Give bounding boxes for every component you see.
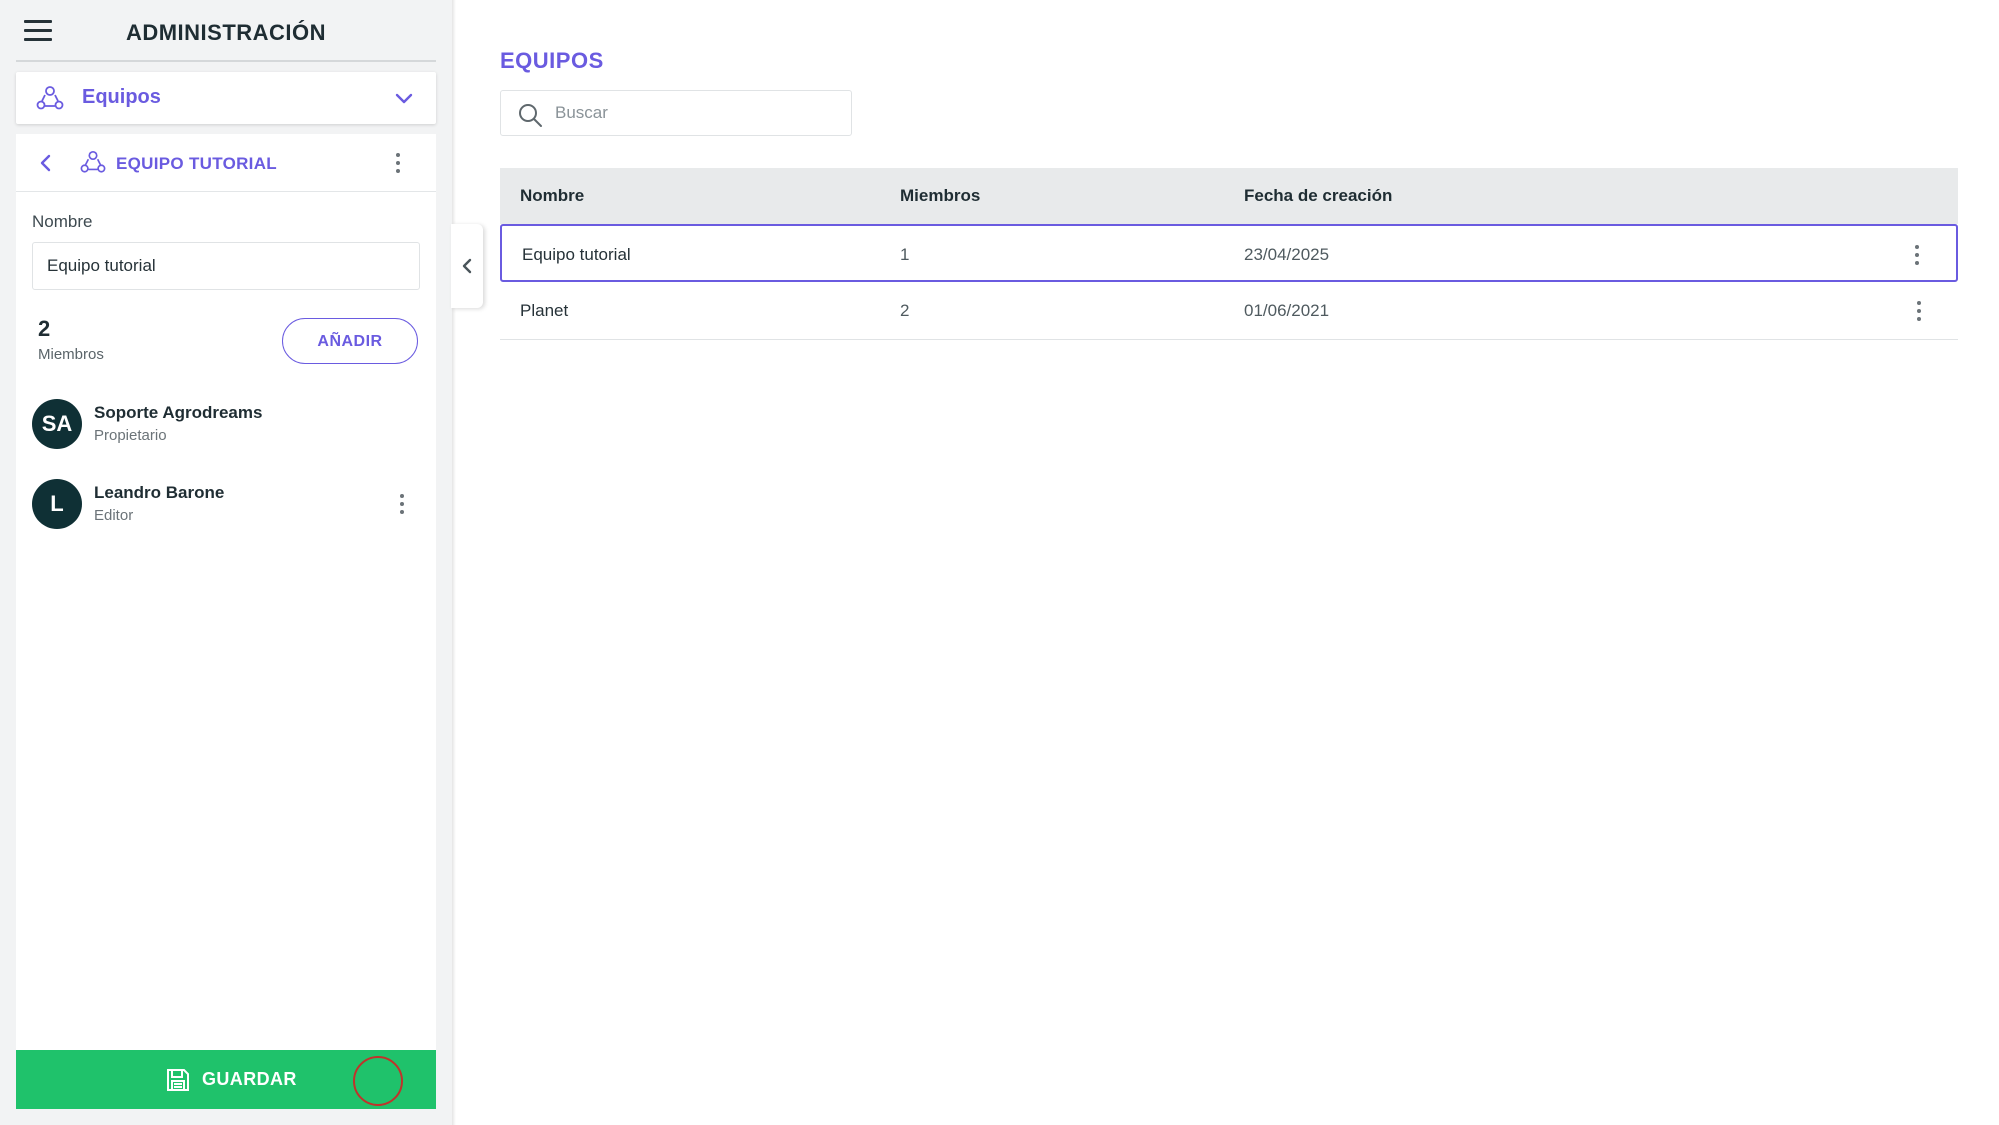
save-icon	[167, 1069, 189, 1091]
team-detail-card: EQUIPO TUTORIAL Nombre 2 Miembros AÑADIR…	[16, 134, 436, 1054]
chevron-left-icon	[462, 258, 472, 274]
team-detail-header: EQUIPO TUTORIAL	[16, 134, 436, 192]
add-member-button[interactable]: AÑADIR	[282, 318, 418, 364]
section-dropdown-label: Equipos	[82, 86, 161, 108]
avatar: L	[32, 479, 82, 529]
cell-members: 2	[900, 301, 910, 320]
collapse-sidebar-button[interactable]	[451, 224, 483, 308]
sidebar-shadow	[452, 0, 456, 1125]
column-header-members[interactable]: Miembros	[900, 186, 980, 206]
teams-icon	[36, 86, 64, 110]
member-options-icon[interactable]	[396, 492, 408, 516]
table-header: Nombre Miembros Fecha de creación	[500, 168, 1958, 224]
row-options-icon[interactable]	[1911, 243, 1923, 267]
click-indicator	[353, 1056, 403, 1106]
members-count: 2	[38, 316, 51, 341]
sidebar-topbar: ADMINISTRACIÓN	[0, 0, 452, 62]
search-box	[500, 90, 852, 136]
cell-name: Planet	[520, 301, 569, 320]
teams-table: Nombre Miembros Fecha de creación Equipo…	[500, 168, 1958, 340]
cell-members: 1	[900, 245, 910, 264]
admin-title: ADMINISTRACIÓN	[125, 20, 327, 45]
cell-created: 01/06/2021	[1244, 301, 1330, 320]
app-root: ADMINISTRACIÓN Equipos EQUIPO TUTORIAL N…	[0, 0, 1999, 1125]
save-button[interactable]: GUARDAR	[16, 1050, 436, 1109]
column-header-created[interactable]: Fecha de creación	[1244, 186, 1392, 206]
table-row[interactable]: Planet 2 01/06/2021	[500, 282, 1958, 340]
row-options-icon[interactable]	[1913, 299, 1925, 323]
avatar: SA	[32, 399, 82, 449]
page-title: EQUIPOS	[500, 48, 604, 73]
team-icon	[80, 150, 106, 173]
section-dropdown[interactable]: Equipos	[16, 72, 436, 124]
team-options-icon[interactable]	[392, 151, 404, 175]
save-button-label: GUARDAR	[202, 1069, 297, 1089]
member-name: Soporte Agrodreams	[94, 403, 263, 422]
member-list-item[interactable]: SA Soporte Agrodreams Propietario	[32, 394, 420, 454]
column-header-name[interactable]: Nombre	[520, 186, 584, 206]
chevron-down-icon	[395, 93, 413, 104]
name-field-label: Nombre	[32, 212, 93, 231]
back-arrow-icon[interactable]	[36, 152, 56, 174]
search-input[interactable]	[555, 91, 845, 135]
member-list-item[interactable]: L Leandro Barone Editor	[32, 474, 420, 534]
divider	[16, 60, 436, 62]
team-name-input[interactable]	[32, 242, 420, 290]
members-count-label: Miembros	[38, 346, 104, 363]
cell-created: 23/04/2025	[1244, 245, 1330, 264]
team-detail-title: EQUIPO TUTORIAL	[116, 154, 277, 173]
admin-sidebar: ADMINISTRACIÓN Equipos EQUIPO TUTORIAL N…	[0, 0, 452, 1125]
member-name: Leandro Barone	[94, 483, 225, 502]
cell-name: Equipo tutorial	[522, 245, 631, 264]
table-row[interactable]: Equipo tutorial 1 23/04/2025	[500, 224, 1958, 282]
member-role: Propietario	[94, 427, 167, 444]
search-icon	[519, 104, 542, 127]
member-role: Editor	[94, 507, 134, 524]
